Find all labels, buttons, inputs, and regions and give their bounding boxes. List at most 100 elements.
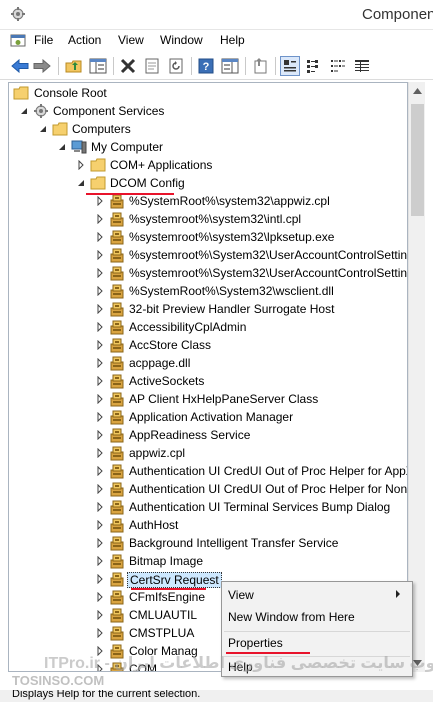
show-hide-tree-button[interactable] [88, 56, 108, 76]
tree-node-component-services[interactable]: Component Services [9, 102, 407, 120]
collapsed-arrow-icon[interactable] [95, 250, 105, 260]
collapsed-arrow-icon[interactable] [95, 322, 105, 332]
dcom-app-row[interactable]: %systemroot%\System32\UserAccountControl… [9, 264, 407, 282]
collapsed-arrow-icon[interactable] [95, 394, 105, 404]
tree-label: AuthHost [129, 518, 179, 532]
tree-node-dcom-config[interactable]: DCOM Config [9, 174, 407, 192]
detail-view-button[interactable] [352, 56, 372, 76]
dcom-app-row[interactable]: Application Activation Manager [9, 408, 407, 426]
expanded-arrow-icon[interactable] [57, 142, 67, 152]
collapsed-arrow-icon[interactable] [95, 232, 105, 242]
context-menu-new-window[interactable]: New Window from Here [228, 610, 355, 624]
dcom-app-row[interactable]: appwiz.cpl [9, 444, 407, 462]
collapsed-arrow-icon[interactable] [95, 628, 105, 638]
tree-node-computers[interactable]: Computers [9, 120, 407, 138]
context-menu-view[interactable]: View [228, 588, 254, 602]
tree-label: 32-bit Preview Handler Surrogate Host [129, 302, 335, 316]
dcom-app-row[interactable]: %systemroot%\system32\lpksetup.exe [9, 228, 407, 246]
dcom-app-row[interactable]: %systemroot%\System32\UserAccountControl… [9, 246, 408, 264]
forward-button[interactable] [32, 56, 52, 76]
list-view-button[interactable] [328, 56, 348, 76]
dcom-application-icon [110, 248, 124, 263]
tree-label: Bitmap Image [129, 554, 204, 568]
dcom-app-row[interactable]: Background Intelligent Transfer Service [9, 534, 407, 552]
tree-label: %systemroot%\System32\UserAccountControl… [129, 248, 408, 262]
up-button[interactable] [64, 56, 84, 76]
collapsed-arrow-icon[interactable] [95, 340, 105, 350]
small-icons-view-icon [307, 60, 318, 73]
collapsed-arrow-icon[interactable] [95, 268, 105, 278]
small-icons-view-button[interactable] [304, 56, 324, 76]
large-icons-view-button[interactable] [280, 56, 300, 76]
dcom-app-row[interactable]: acppage.dll [9, 354, 407, 372]
scroll-thumb[interactable] [411, 104, 424, 216]
toolbar-separator [245, 57, 246, 75]
collapsed-arrow-icon[interactable] [95, 610, 105, 620]
collapsed-arrow-icon[interactable] [95, 448, 105, 458]
collapsed-arrow-icon[interactable] [95, 574, 105, 584]
collapsed-arrow-icon[interactable] [95, 430, 105, 440]
collapsed-arrow-icon[interactable] [95, 484, 105, 494]
tree-node-com-plus-applications[interactable]: COM+ Applications [9, 156, 407, 174]
dcom-app-row[interactable]: 32-bit Preview Handler Surrogate Host [9, 300, 407, 318]
dcom-application-icon [110, 518, 124, 533]
component-services-icon[interactable] [10, 6, 26, 22]
delete-button[interactable] [118, 56, 138, 76]
collapsed-arrow-icon[interactable] [95, 358, 105, 368]
expanded-arrow-icon[interactable] [38, 124, 48, 134]
back-icon [11, 59, 29, 73]
dcom-app-row[interactable]: AccStore Class [9, 336, 407, 354]
collapsed-arrow-icon[interactable] [95, 466, 105, 476]
menu-bar: File Action View Window Help [0, 30, 433, 52]
collapsed-arrow-icon[interactable] [95, 196, 105, 206]
collapsed-arrow-icon[interactable] [95, 304, 105, 314]
menu-file[interactable]: File [31, 33, 56, 47]
collapsed-arrow-icon[interactable] [95, 412, 105, 422]
collapsed-arrow-icon[interactable] [95, 556, 105, 566]
collapsed-arrow-icon[interactable] [76, 160, 86, 170]
dcom-app-row[interactable]: AccessibilityCplAdmin [9, 318, 407, 336]
tree-label: AccStore Class [129, 338, 212, 352]
menu-view[interactable]: View [115, 33, 147, 47]
collapsed-arrow-icon[interactable] [95, 214, 105, 224]
collapsed-arrow-icon[interactable] [95, 520, 105, 530]
dcom-app-row[interactable]: Authentication UI CredUI Out of Proc Hel… [9, 480, 407, 498]
dcom-application-icon [110, 338, 124, 353]
tree-label: acppage.dll [129, 356, 191, 370]
collapsed-arrow-icon[interactable] [95, 502, 105, 512]
show-hide-tree-icon [89, 58, 107, 74]
dcom-app-row[interactable]: Authentication UI Terminal Services Bump… [9, 498, 407, 516]
toolbar-separator [58, 57, 59, 75]
menu-help[interactable]: Help [217, 33, 248, 47]
dcom-app-row[interactable]: ActiveSockets [9, 372, 407, 390]
expanded-arrow-icon[interactable] [76, 178, 86, 188]
tree-node-my-computer[interactable]: My Computer [9, 138, 407, 156]
dcom-app-row[interactable]: Authentication UI CredUI Out of Proc Hel… [9, 462, 407, 480]
dcom-app-row[interactable]: AP Client HxHelpPaneServer Class [9, 390, 407, 408]
show-hide-action-pane-button[interactable] [220, 56, 240, 76]
dcom-app-row[interactable]: Bitmap Image [9, 552, 407, 570]
dcom-app-row[interactable]: %systemroot%\system32\intl.cpl [9, 210, 407, 228]
collapsed-arrow-icon[interactable] [95, 376, 105, 386]
properties-button[interactable] [142, 56, 162, 76]
menu-action[interactable]: Action [65, 33, 104, 47]
dcom-app-row[interactable]: %SystemRoot%\System32\wsclient.dll [9, 282, 407, 300]
dcom-app-row[interactable]: AuthHost [9, 516, 407, 534]
svg-text:?: ? [203, 61, 210, 73]
collapsed-arrow-icon[interactable] [95, 592, 105, 602]
refresh-button[interactable] [166, 56, 186, 76]
dcom-application-icon [110, 212, 124, 227]
dcom-app-row[interactable]: AppReadiness Service [9, 426, 407, 444]
tree-node-console-root[interactable]: Console Root [9, 84, 407, 102]
help-button[interactable]: ? [196, 56, 216, 76]
back-button[interactable] [10, 56, 30, 76]
menu-window[interactable]: Window [157, 33, 206, 47]
export-list-button[interactable] [250, 56, 270, 76]
collapsed-arrow-icon[interactable] [95, 286, 105, 296]
expanded-arrow-icon[interactable] [19, 106, 29, 116]
scroll-up-icon[interactable] [413, 88, 422, 94]
collapsed-arrow-icon[interactable] [95, 538, 105, 548]
system-menu-icon[interactable] [10, 33, 26, 49]
context-menu-properties[interactable]: Properties [228, 636, 283, 650]
dcom-app-row[interactable]: %SystemRoot%\system32\appwiz.cpl [9, 192, 407, 210]
